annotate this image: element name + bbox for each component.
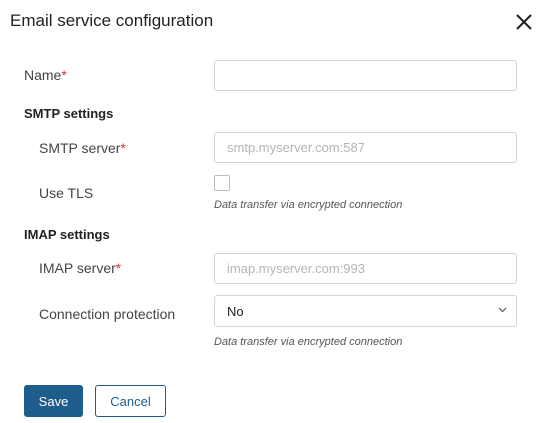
dialog-title: Email service configuration: [10, 11, 214, 30]
cancel-button[interactable]: Cancel: [95, 385, 166, 417]
imap-server-label: IMAP server*: [39, 260, 121, 276]
required-mark: *: [61, 67, 67, 83]
use-tls-label: Use TLS: [39, 185, 94, 201]
name-input[interactable]: [214, 60, 517, 91]
use-tls-hint: Data transfer via encrypted connection: [214, 199, 403, 211]
close-icon[interactable]: [513, 11, 535, 33]
smtp-server-input[interactable]: [214, 132, 517, 163]
required-mark: *: [115, 260, 122, 276]
chevron-down-icon: [498, 307, 507, 313]
connection-protection-hint: Data transfer via encrypted connection: [214, 336, 403, 348]
connection-protection-value: No: [227, 304, 244, 319]
name-label-text: Name: [24, 67, 62, 83]
connection-protection-label: Connection protection: [39, 306, 176, 322]
smtp-server-label-text: SMTP server: [39, 140, 121, 156]
name-label: Name*: [24, 67, 67, 83]
use-tls-checkbox[interactable]: [214, 175, 230, 191]
email-service-dialog: Email service configuration Name* SMTP s…: [0, 0, 543, 423]
imap-server-label-text: IMAP server: [39, 260, 116, 276]
smtp-server-label: SMTP server*: [39, 140, 126, 156]
connection-protection-select[interactable]: No: [214, 295, 517, 327]
smtp-settings-heading: SMTP settings: [24, 106, 114, 121]
imap-server-input[interactable]: [214, 253, 517, 284]
imap-settings-heading: IMAP settings: [24, 227, 110, 242]
required-mark: *: [120, 140, 126, 156]
save-button[interactable]: Save: [24, 385, 83, 417]
